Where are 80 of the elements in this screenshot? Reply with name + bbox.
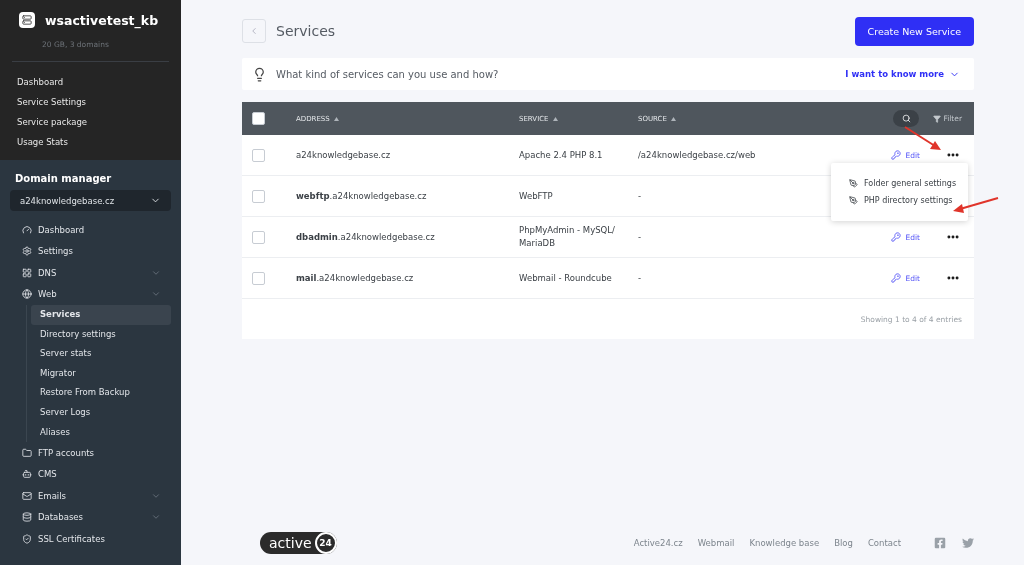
- sidebar-item[interactable]: Service Settings: [12, 92, 169, 112]
- key-icon: [891, 150, 902, 160]
- service-cell-text: PhpMyAdmin - MySQL/ MariaDB: [519, 224, 616, 250]
- nav-icon: [22, 289, 32, 300]
- filter-icon: [933, 114, 942, 123]
- nav-item[interactable]: Settings: [10, 240, 171, 262]
- nav-subitem[interactable]: Restore From Backup: [31, 383, 171, 403]
- lightbulb-icon: [252, 66, 267, 82]
- page-title: Services: [276, 23, 337, 39]
- key-icon: [891, 273, 902, 283]
- nav-icon: [22, 224, 32, 235]
- source-cell: -: [638, 271, 642, 285]
- source-cell: /a24knowledgebase.cz/web: [638, 148, 756, 162]
- account-name: wsactivetest_kb: [45, 12, 159, 28]
- nav-icon: [22, 246, 32, 257]
- row-checkbox[interactable]: [252, 271, 265, 285]
- nav-icon: [22, 267, 32, 278]
- nav-subitem[interactable]: Server Logs: [31, 402, 171, 423]
- logo[interactable]: active 24: [260, 532, 337, 554]
- menu-item[interactable]: PHP directory settings: [831, 192, 968, 209]
- chevron-left-icon: [249, 26, 259, 36]
- pen-icon: [849, 179, 858, 188]
- row-checkbox[interactable]: [252, 230, 265, 244]
- arrow: [953, 197, 999, 213]
- search-icon: [901, 114, 911, 123]
- service-cell: Apache 2.4 PHP 8.1: [519, 148, 603, 162]
- twitter-icon[interactable]: [962, 537, 974, 549]
- address-cell: a24knowledgebase.cz: [296, 148, 391, 162]
- source-cell: -: [638, 230, 642, 244]
- sidebar-item[interactable]: Service package: [12, 112, 169, 132]
- key-icon: [891, 232, 902, 242]
- address-cell: dbadmin.a24knowledgebase.cz: [296, 230, 435, 244]
- service-cell: WebFTP: [519, 189, 553, 203]
- nav-item[interactable]: Web: [10, 283, 171, 305]
- select-all-checkbox[interactable]: [252, 112, 265, 125]
- nav-icon: [22, 512, 32, 523]
- nav-item[interactable]: Dashboard: [10, 219, 171, 241]
- back-button[interactable]: [242, 19, 266, 43]
- nav-icon: [22, 533, 32, 544]
- nav-icon: [22, 490, 32, 501]
- footer-link[interactable]: Knowledge base: [749, 538, 820, 548]
- nav-subitem[interactable]: Services: [31, 305, 171, 325]
- footer-link[interactable]: Contact: [867, 538, 901, 548]
- address-cell: webftp.a24knowledgebase.cz: [296, 189, 427, 203]
- sidebar-item[interactable]: Dashboard: [12, 72, 169, 92]
- nav-item[interactable]: CMS: [10, 463, 171, 486]
- footer-link[interactable]: Webmail: [697, 538, 735, 548]
- nav-subitem[interactable]: Server stats: [31, 344, 171, 364]
- nav-item[interactable]: Databases: [10, 506, 171, 529]
- section-title: Domain manager: [14, 173, 113, 184]
- menu-item[interactable]: Folder general settings: [831, 175, 968, 192]
- service-cell: Webmail - Roundcube: [519, 271, 612, 285]
- nav-item[interactable]: DNS: [10, 262, 171, 284]
- row-checkbox[interactable]: [252, 148, 265, 162]
- sort-icon: [552, 116, 558, 121]
- sidebar-item[interactable]: Usage Stats: [12, 132, 169, 152]
- nav-icon: [22, 469, 32, 480]
- tip-text: What kind of services can you use and how?: [276, 68, 500, 80]
- nav-subitem[interactable]: Migrator: [31, 363, 171, 384]
- sort-icon: [670, 116, 676, 121]
- domain-select[interactable]: a24knowledgebase.cz: [10, 190, 171, 211]
- know-more-link[interactable]: I want to know more: [845, 68, 960, 80]
- address-cell: mail.a24knowledgebase.cz: [296, 271, 414, 285]
- row-checkbox[interactable]: [252, 189, 265, 203]
- nav-item[interactable]: Emails: [10, 485, 171, 507]
- footer-link[interactable]: Active24.cz: [633, 538, 683, 548]
- nav-subitem[interactable]: Directory settings: [31, 324, 171, 345]
- search-button[interactable]: [893, 110, 920, 127]
- nav-item[interactable]: SSL Certificates: [10, 528, 171, 550]
- footer-link[interactable]: Blog: [834, 538, 853, 548]
- nav-item[interactable]: FTP accounts: [10, 442, 171, 464]
- arrow: [904, 126, 941, 150]
- server-icon: [19, 12, 35, 28]
- pen-icon: [849, 196, 858, 205]
- nav-icon: [22, 447, 32, 458]
- sort-icon: [333, 116, 339, 121]
- nav-subitem[interactable]: Aliases: [31, 422, 171, 443]
- facebook-icon[interactable]: [934, 537, 946, 549]
- source-cell: -: [638, 189, 642, 203]
- create-service-button[interactable]: Create New Service: [854, 16, 974, 46]
